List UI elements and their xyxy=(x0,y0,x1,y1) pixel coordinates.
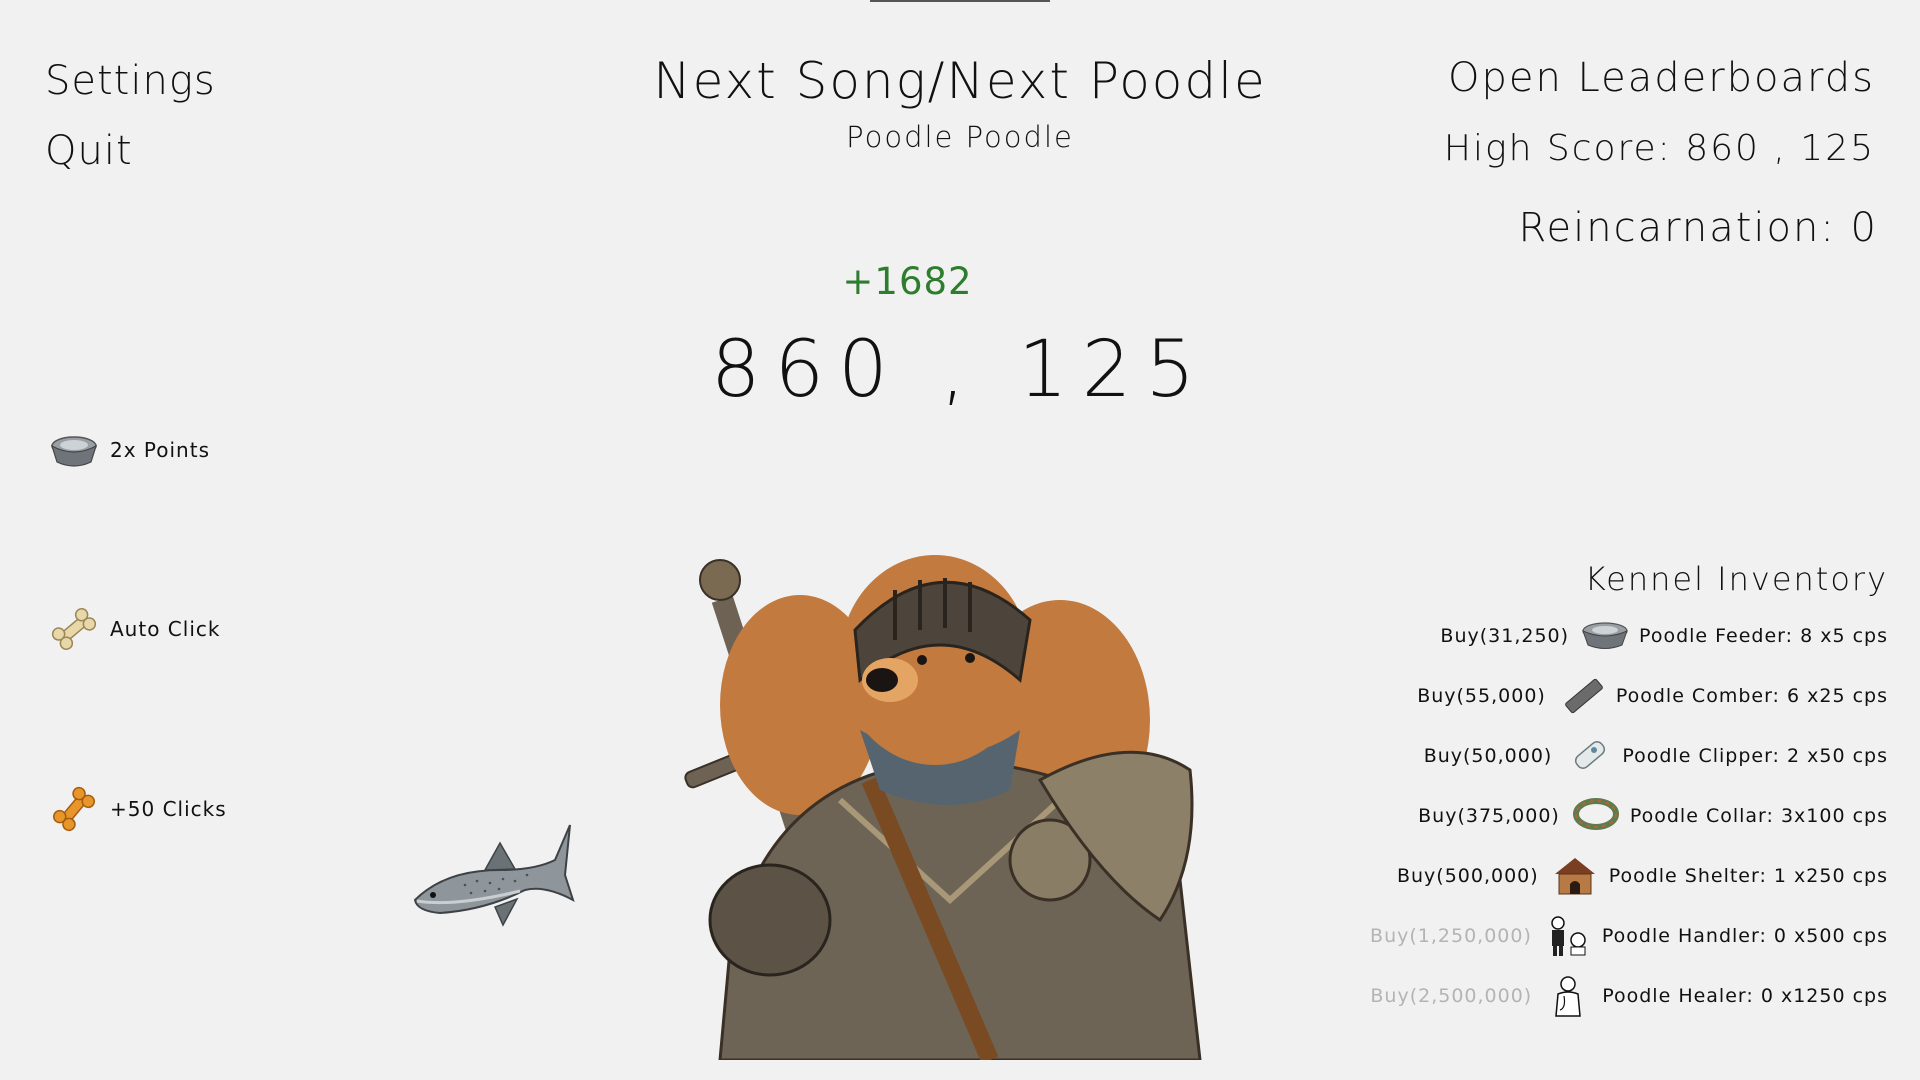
top-divider xyxy=(870,0,1050,2)
buy-collar-button[interactable]: Buy(375,000) xyxy=(1418,805,1560,827)
buy-handler-button[interactable]: Buy(1,250,000) xyxy=(1370,925,1532,947)
powerup-label: +50 Clicks xyxy=(110,797,227,821)
inventory-row-collar: Buy(375,000) Poodle Collar: 3x100 cps xyxy=(1418,794,1888,838)
buy-healer-button[interactable]: Buy(2,500,000) xyxy=(1370,985,1532,1007)
inventory-item-label: Poodle Comber: 6 x25 cps xyxy=(1615,685,1888,707)
comb-icon xyxy=(1558,674,1606,718)
fish-bonus-icon[interactable] xyxy=(405,815,575,935)
buy-comber-button[interactable]: Buy(55,000) xyxy=(1417,685,1546,707)
inventory-item-label: Poodle Collar: 3x100 cps xyxy=(1629,805,1888,827)
armored-poodle-clicker[interactable] xyxy=(660,480,1240,1064)
inventory-row-handler: Buy(1,250,000) Poodle Handler: 0 x500 cp… xyxy=(1370,914,1888,958)
high-score-label: High Score: 860 , 125 xyxy=(1443,128,1875,169)
buy-shelter-button[interactable]: Buy(500,000) xyxy=(1397,865,1539,887)
powerup-auto-click[interactable]: Auto Click xyxy=(50,605,220,653)
healer-icon xyxy=(1544,974,1592,1018)
powerup-label: Auto Click xyxy=(110,617,221,641)
bowl-icon xyxy=(50,426,98,474)
inventory-item-label: Poodle Handler: 0 x500 cps xyxy=(1601,925,1888,947)
doghouse-icon xyxy=(1551,854,1599,898)
kennel-inventory-title: Kennel Inventory xyxy=(1584,560,1888,598)
open-leaderboards-button[interactable]: Open Leaderboards xyxy=(1448,55,1875,101)
collar-icon xyxy=(1572,794,1620,838)
buy-feeder-button[interactable]: Buy(31,250) xyxy=(1440,625,1569,647)
score-counter: 860 , 125 xyxy=(710,325,1210,415)
orange-bone-icon xyxy=(50,785,98,833)
inventory-row-healer: Buy(2,500,000) Poodle Healer: 0 x1250 cp… xyxy=(1370,974,1888,1018)
inventory-item-label: Poodle Feeder: 8 x5 cps xyxy=(1639,625,1888,647)
inventory-row-clipper: Buy(50,000) Poodle Clipper: 2 x50 cps xyxy=(1424,734,1888,778)
powerup-2x-points[interactable]: 2x Points xyxy=(50,426,210,474)
inventory-row-shelter: Buy(500,000) Poodle Shelter: 1 x250 cps xyxy=(1397,854,1888,898)
powerup-label: 2x Points xyxy=(110,438,210,462)
handler-icon xyxy=(1544,914,1592,958)
inventory-item-label: Poodle Shelter: 1 x250 cps xyxy=(1608,865,1888,887)
click-gain-popup: +1682 xyxy=(842,260,973,303)
powerup-50-clicks[interactable]: +50 Clicks xyxy=(50,785,227,833)
reincarnation-label[interactable]: Reincarnation: 0 xyxy=(1519,205,1878,251)
bone-icon xyxy=(50,605,98,653)
inventory-item-label: Poodle Clipper: 2 x50 cps xyxy=(1622,745,1888,767)
buy-clipper-button[interactable]: Buy(50,000) xyxy=(1424,745,1553,767)
clipper-icon xyxy=(1564,734,1612,778)
inventory-item-label: Poodle Healer: 0 x1250 cps xyxy=(1602,985,1888,1007)
inventory-row-comber: Buy(55,000) Poodle Comber: 6 x25 cps xyxy=(1417,674,1888,718)
inventory-row-feeder: Buy(31,250) Poodle Feeder: 8 x5 cps xyxy=(1440,614,1888,658)
feeder-bowl-icon xyxy=(1581,614,1629,658)
